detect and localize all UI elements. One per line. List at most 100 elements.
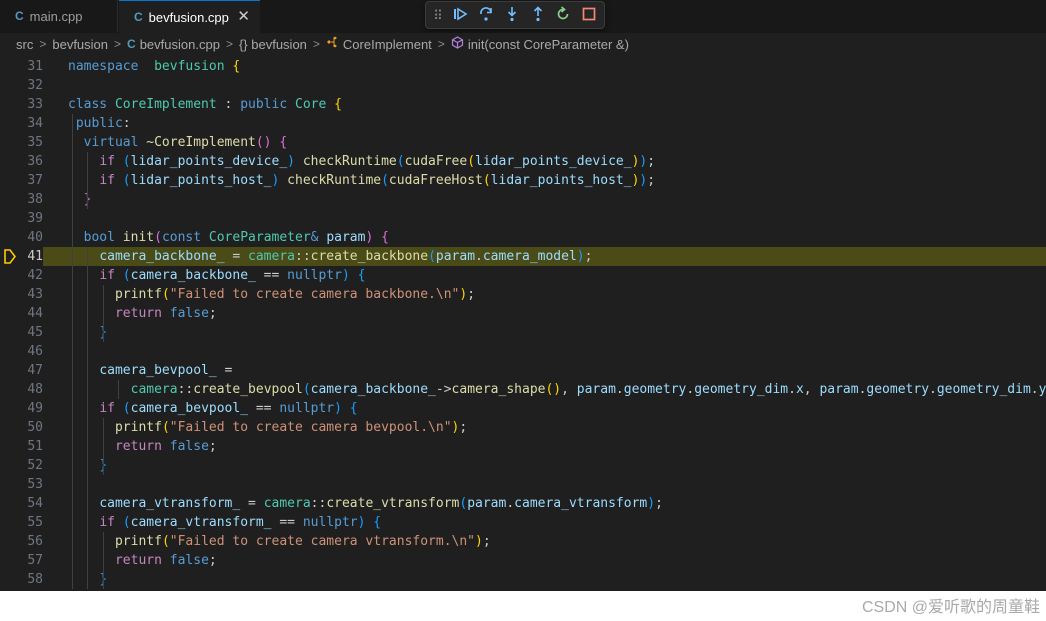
code-token: ): [576, 249, 585, 264]
code-text[interactable]: printf("Failed to create camera bevpool.…: [68, 418, 467, 437]
code-line[interactable]: 57 return false;: [0, 551, 1046, 570]
code-line[interactable]: 35 virtual ~CoreImplement() {: [0, 133, 1046, 152]
code-token: camera_backbone_: [310, 382, 436, 397]
code-line[interactable]: 56 printf("Failed to create camera vtran…: [0, 532, 1046, 551]
line-number[interactable]: 36: [0, 152, 43, 171]
code-text[interactable]: namespace bevfusion {: [68, 57, 240, 76]
line-number[interactable]: 31: [0, 57, 43, 76]
line-number[interactable]: 45: [0, 323, 43, 342]
code-line[interactable]: 45 }: [0, 323, 1046, 342]
line-number[interactable]: 58: [0, 570, 43, 589]
line-number[interactable]: 39: [0, 209, 43, 228]
code-text[interactable]: if (camera_vtransform_ == nullptr) {: [68, 513, 381, 532]
code-text[interactable]: if (camera_backbone_ == nullptr) {: [68, 266, 365, 285]
line-number[interactable]: 37: [0, 171, 43, 190]
code-line[interactable]: 46: [0, 342, 1046, 361]
code-line[interactable]: 33 class CoreImplement : public Core {: [0, 95, 1046, 114]
line-number[interactable]: 43: [0, 285, 43, 304]
code-line[interactable]: 36 if (lidar_points_device_) checkRuntim…: [0, 152, 1046, 171]
code-line[interactable]: 49 if (camera_bevpool_ == nullptr) {: [0, 399, 1046, 418]
code-area[interactable]: 31 namespace bevfusion { 32 33 class CoreImp…: [0, 57, 1046, 589]
code-line[interactable]: 52 }: [0, 456, 1046, 475]
breadcrumb-item-namespace[interactable]: {} bevfusion: [239, 37, 307, 52]
code-line[interactable]: 47 camera_bevpool_ =: [0, 361, 1046, 380]
code-line[interactable]: 48 camera::create_bevpool(camera_backbon…: [0, 380, 1046, 399]
drag-handle-icon[interactable]: ⠿: [428, 6, 448, 26]
breadcrumb-item-src[interactable]: src: [16, 37, 33, 52]
code-line[interactable]: 39: [0, 209, 1046, 228]
code-text[interactable]: if (lidar_points_device_) checkRuntime(c…: [68, 152, 655, 171]
code-line[interactable]: 50 printf("Failed to create camera bevpo…: [0, 418, 1046, 437]
code-text[interactable]: class CoreImplement : public Core {: [68, 95, 342, 114]
code-text[interactable]: return false;: [68, 437, 217, 456]
code-token: ==: [255, 268, 288, 283]
breadcrumb-item-file[interactable]: bevfusion.cpp: [140, 37, 220, 52]
code-text[interactable]: return false;: [68, 304, 217, 323]
line-number[interactable]: 34: [0, 114, 43, 133]
code-text[interactable]: printf("Failed to create camera vtransfo…: [68, 532, 491, 551]
step-into-button[interactable]: [502, 6, 522, 26]
line-number[interactable]: 38: [0, 190, 43, 209]
code-line[interactable]: 41 camera_backbone_ = camera::create_bac…: [0, 247, 1046, 266]
line-number[interactable]: 48: [0, 380, 43, 399]
line-number[interactable]: 51: [0, 437, 43, 456]
breadcrumb-item-class[interactable]: CoreImplement: [343, 37, 432, 52]
code-text[interactable]: if (camera_bevpool_ == nullptr) {: [68, 399, 357, 418]
code-token: cudaFree: [404, 154, 468, 169]
tab-main-cpp[interactable]: C main.cpp: [0, 0, 118, 32]
code-text[interactable]: camera_vtransform_ = camera::create_vtra…: [68, 494, 663, 513]
stop-button[interactable]: [579, 6, 599, 26]
line-number[interactable]: 53: [0, 475, 43, 494]
line-number[interactable]: 44: [0, 304, 43, 323]
code-text[interactable]: public:: [68, 114, 131, 133]
code-line[interactable]: 51 return false;: [0, 437, 1046, 456]
code-token: if: [99, 268, 115, 283]
breadcrumb-item-folder[interactable]: bevfusion: [52, 37, 108, 52]
line-number[interactable]: 52: [0, 456, 43, 475]
code-line[interactable]: 38 }: [0, 190, 1046, 209]
line-number[interactable]: 35: [0, 133, 43, 152]
code-line[interactable]: 58 }: [0, 570, 1046, 589]
line-number[interactable]: 57: [0, 551, 43, 570]
code-line[interactable]: 37 if (lidar_points_host_) checkRuntime(…: [0, 171, 1046, 190]
close-icon[interactable]: ✕: [237, 7, 250, 25]
line-number[interactable]: 55: [0, 513, 43, 532]
code-text[interactable]: camera_bevpool_ =: [68, 361, 232, 380]
step-over-button[interactable]: [476, 6, 496, 26]
line-number[interactable]: 33: [0, 95, 43, 114]
code-text[interactable]: if (lidar_points_host_) checkRuntime(cud…: [68, 171, 655, 190]
line-number[interactable]: 50: [0, 418, 43, 437]
line-number[interactable]: 47: [0, 361, 43, 380]
code-text[interactable]: return false;: [68, 551, 217, 570]
code-text[interactable]: camera_backbone_ = camera::create_backbo…: [68, 247, 592, 266]
code-line[interactable]: 40 bool init(const CoreParameter& param)…: [0, 228, 1046, 247]
code-line[interactable]: 53: [0, 475, 1046, 494]
continue-button[interactable]: [450, 6, 470, 26]
line-number[interactable]: 49: [0, 399, 43, 418]
code-line[interactable]: 55 if (camera_vtransform_ == nullptr) {: [0, 513, 1046, 532]
code-line[interactable]: 44 return false;: [0, 304, 1046, 323]
code-text[interactable]: virtual ~CoreImplement() {: [68, 133, 288, 152]
line-number[interactable]: 42: [0, 266, 43, 285]
line-number[interactable]: 32: [0, 76, 43, 95]
code-line[interactable]: 42 if (camera_backbone_ == nullptr) {: [0, 266, 1046, 285]
line-number[interactable]: 56: [0, 532, 43, 551]
step-out-button[interactable]: [528, 6, 548, 26]
code-line[interactable]: 32: [0, 76, 1046, 95]
line-number[interactable]: 46: [0, 342, 43, 361]
breadcrumb-item-method[interactable]: init(const CoreParameter &): [468, 37, 629, 52]
tab-bevfusion-cpp[interactable]: C bevfusion.cpp ✕: [119, 0, 260, 33]
code-line[interactable]: 34 public:: [0, 114, 1046, 133]
code-token: ::: [295, 249, 311, 264]
code-text[interactable]: camera::create_bevpool(camera_backbone_-…: [68, 380, 1046, 399]
code-line[interactable]: 31 namespace bevfusion {: [0, 57, 1046, 76]
code-token: {: [357, 268, 366, 283]
restart-button[interactable]: [553, 6, 573, 26]
line-number[interactable]: 54: [0, 494, 43, 513]
code-text[interactable]: printf("Failed to create camera backbone…: [68, 285, 475, 304]
code-text[interactable]: bool init(const CoreParameter& param) {: [68, 228, 389, 247]
line-number[interactable]: 40: [0, 228, 43, 247]
code-token: .: [506, 496, 515, 511]
code-line[interactable]: 43 printf("Failed to create camera backb…: [0, 285, 1046, 304]
code-line[interactable]: 54 camera_vtransform_ = camera::create_v…: [0, 494, 1046, 513]
